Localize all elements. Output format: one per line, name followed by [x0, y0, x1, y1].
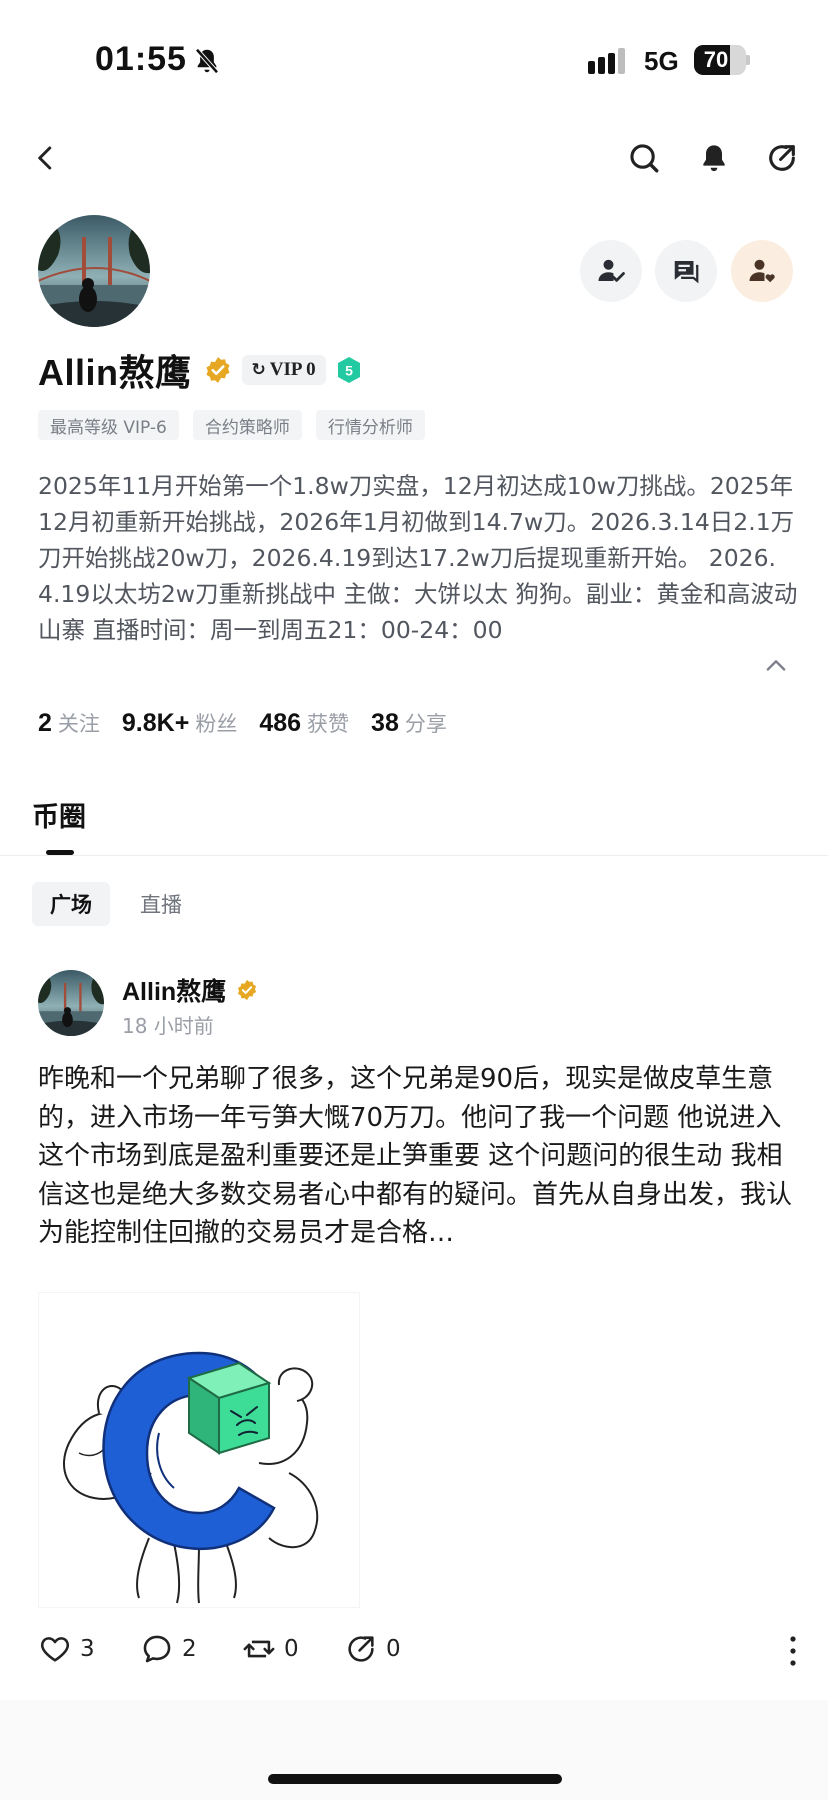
- search-button[interactable]: [622, 136, 666, 180]
- share-button[interactable]: [760, 136, 804, 180]
- battery-percent: 70: [703, 47, 729, 72]
- profile-avatar[interactable]: [38, 215, 150, 327]
- search-icon: [630, 144, 659, 173]
- back-button[interactable]: [24, 136, 68, 180]
- followers-label[interactable]: 粉丝: [195, 708, 237, 738]
- likes-count: 486: [259, 709, 302, 737]
- share-count: 0: [386, 1636, 401, 1662]
- bottom-area: [0, 1700, 828, 1800]
- level-badge-icon: 5: [337, 357, 360, 383]
- profile-tags: 最高等级 VIP-6 合约策略师 行情分析师: [38, 410, 425, 440]
- user-check-icon: [598, 259, 625, 282]
- cellular-signal-icon: [588, 48, 625, 74]
- comment-count: 2: [182, 1636, 197, 1662]
- divider: [0, 855, 828, 856]
- status-bar: 01:55 5G 70: [0, 0, 828, 110]
- post-author-row: Allin熬鹰: [122, 972, 258, 1008]
- following-label[interactable]: 关注: [58, 708, 100, 738]
- shares-label: 分享: [404, 712, 447, 736]
- collapse-bio-button[interactable]: [762, 652, 790, 680]
- shares-count: 38: [371, 709, 399, 737]
- verified-badge-icon: [205, 357, 230, 383]
- vip-logo-icon: ↻: [251, 360, 266, 380]
- tag-vip-level: 最高等级 VIP-6: [38, 410, 179, 440]
- comment-icon: [143, 1635, 171, 1663]
- following-count[interactable]: 2: [38, 709, 52, 738]
- battery-indicator: 70: [694, 45, 750, 75]
- bell-icon: [703, 145, 725, 172]
- bell-muted-icon: [195, 48, 219, 74]
- post-timestamp: 18 小时前: [122, 1014, 214, 1038]
- share-icon: [348, 1636, 374, 1662]
- profile-stats: 2 关注 9.8K+ 粉丝 486 获赞 38 分享: [38, 708, 469, 738]
- follow-button[interactable]: [580, 240, 642, 302]
- repost-button[interactable]: 0: [242, 1632, 299, 1666]
- tab-crypto-circle[interactable]: 币圈: [32, 795, 86, 834]
- tip-button[interactable]: [731, 240, 793, 302]
- subtab-live[interactable]: 直播: [122, 882, 200, 926]
- tag-market-analyst: 行情分析师: [315, 410, 425, 440]
- like-count: 3: [80, 1636, 95, 1662]
- more-options-icon[interactable]: [788, 1634, 798, 1668]
- home-indicator[interactable]: [268, 1774, 562, 1784]
- profile-name: Allin熬鹰: [38, 352, 192, 393]
- profile-name-row: Allin熬鹰 ↻ VIP 0 5: [38, 345, 362, 395]
- verified-badge-icon: [238, 979, 257, 1001]
- repost-count: 0: [284, 1636, 299, 1662]
- mascot-illustration: [63, 1351, 319, 1604]
- share-icon: [769, 145, 795, 171]
- chat-icon: [674, 261, 699, 284]
- subtab-square[interactable]: 广场: [32, 882, 110, 926]
- vip-badge[interactable]: ↻ VIP 0: [241, 355, 326, 385]
- repost-icon: [243, 1640, 275, 1658]
- network-type: 5G: [644, 46, 679, 76]
- chevron-left-icon: [38, 146, 52, 170]
- status-time: 01:55: [95, 40, 187, 78]
- followers-count[interactable]: 9.8K+: [122, 709, 189, 738]
- post-image[interactable]: [38, 1292, 360, 1608]
- notifications-button[interactable]: [692, 136, 736, 180]
- post-actions: 3 2 0 0: [38, 1632, 798, 1672]
- svg-text:5: 5: [345, 363, 353, 379]
- likes-label: 获赞: [307, 712, 350, 736]
- comment-button[interactable]: 2: [140, 1632, 197, 1666]
- user-heart-icon: [749, 259, 775, 283]
- post-author-avatar[interactable]: [38, 970, 104, 1036]
- like-button[interactable]: 3: [38, 1632, 95, 1666]
- heart-icon: [40, 1637, 70, 1662]
- post-body[interactable]: 昨晚和一个兄弟聊了很多，这个兄弟是90后，现实是做皮草生意的，进入市场一年亏笋大…: [38, 1060, 798, 1253]
- tag-contract-strategist: 合约策略师: [192, 410, 302, 440]
- message-button[interactable]: [655, 240, 717, 302]
- profile-bio: 2025年11月开始第一个1.8w刀实盘，12月初达成10w刀挑战。2025年1…: [38, 472, 798, 644]
- post-author-name[interactable]: Allin熬鹰: [122, 972, 226, 1008]
- share-post-button[interactable]: 0: [344, 1632, 401, 1666]
